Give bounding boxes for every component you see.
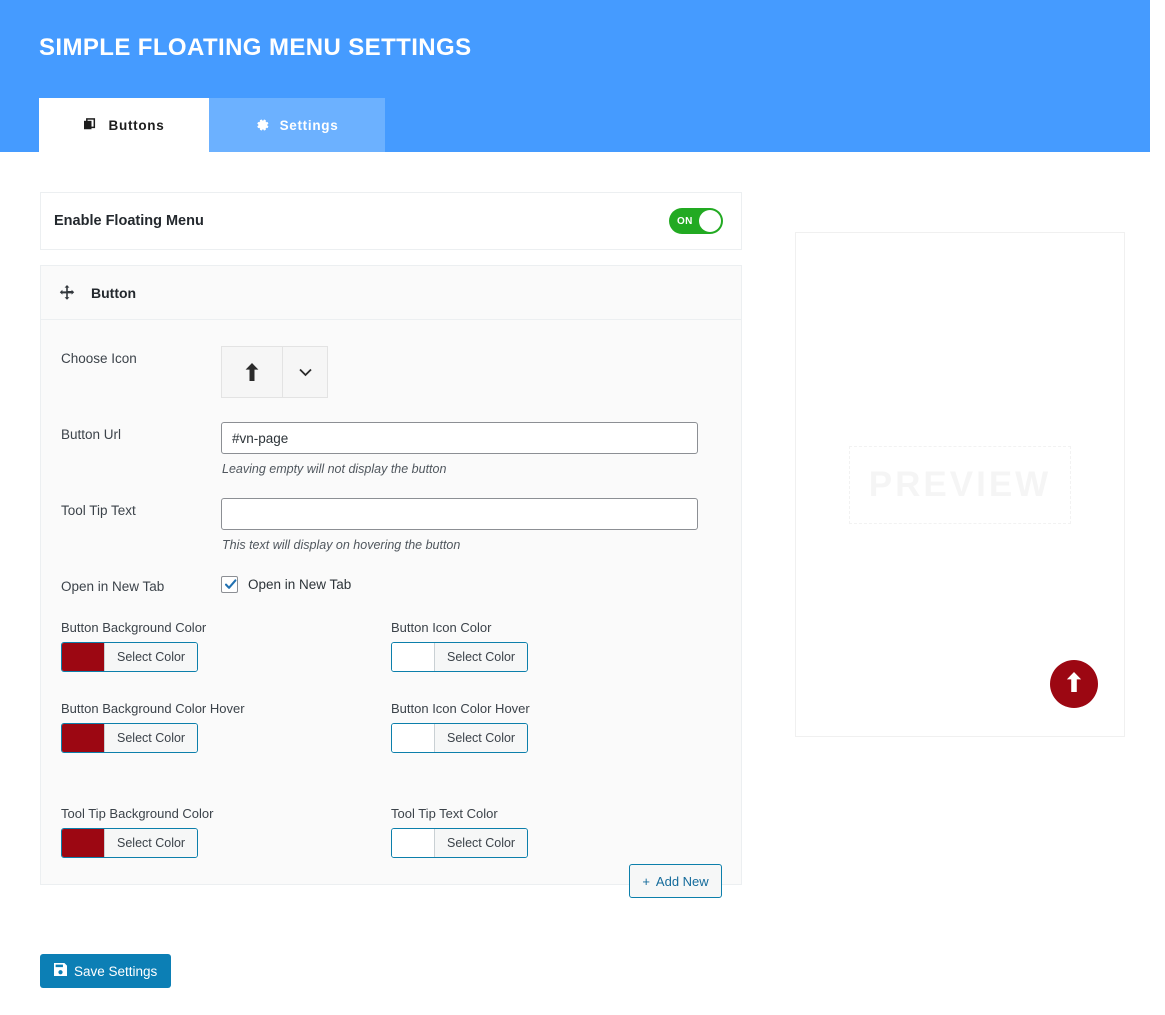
color-label: Tool Tip Background Color (61, 806, 214, 821)
color-field-tooltip-background: Tool Tip Background Color Select Color (61, 806, 391, 862)
color-picker-button[interactable]: Select Color (61, 828, 199, 858)
arrow-up-icon (1065, 671, 1083, 697)
color-picker-button[interactable]: Select Color (61, 642, 199, 672)
chevron-down-icon[interactable] (283, 346, 328, 398)
toggle-knob (699, 210, 721, 232)
preview-placeholder-text: PREVIEW (868, 464, 1052, 504)
color-label: Button Icon Color Hover (391, 701, 530, 716)
button-panel-title: Button (91, 284, 137, 301)
color-label: Tool Tip Text Color (391, 806, 498, 821)
color-label: Button Icon Color (391, 620, 492, 635)
tab-bar: Buttons Settings (39, 98, 385, 152)
select-color-label: Select Color (434, 829, 528, 857)
button-panel: Button Choose Icon Button Url #vn-page L… (40, 265, 742, 885)
enable-floating-menu-toggle[interactable]: ON (669, 208, 723, 234)
color-swatch (392, 724, 434, 752)
select-color-label: Select Color (104, 643, 198, 671)
tooltip-text-hint: This text will display on hovering the b… (222, 538, 461, 552)
button-panel-body: Choose Icon Button Url #vn-page Leaving … (41, 320, 741, 884)
page-header: Simple Floating Menu Settings Buttons (0, 0, 1150, 152)
icon-selector[interactable] (221, 346, 328, 398)
save-settings-label: Save Settings (74, 963, 158, 979)
color-swatch (392, 643, 434, 671)
open-new-tab-checkbox[interactable] (221, 576, 238, 593)
content-area: Enable Floating Menu ON Button Choose Ic… (0, 152, 1165, 1015)
add-new-label: Add New (655, 873, 709, 889)
color-field-tooltip-text: Tool Tip Text Color Select Color (391, 806, 721, 862)
color-field-button-background: Button Background Color Select Color (61, 620, 391, 676)
tooltip-text-input[interactable] (221, 498, 698, 530)
color-picker-button[interactable]: Select Color (391, 642, 529, 672)
select-color-label: Select Color (434, 724, 528, 752)
choose-icon-row: Choose Icon (41, 346, 741, 398)
color-label: Button Background Color Hover (61, 701, 245, 716)
tooltip-text-row: Tool Tip Text This text will display on … (41, 498, 741, 552)
page-root: Simple Floating Menu Settings Buttons (0, 0, 1165, 1015)
color-field-button-background-hover: Button Background Color Hover Select Col… (61, 701, 391, 757)
move-icon[interactable] (59, 284, 75, 301)
tab-settings-label: Settings (279, 117, 339, 133)
button-url-hint: Leaving empty will not display the butto… (222, 462, 447, 476)
open-new-tab-row: Open in New Tab Open in New Tab (41, 574, 741, 594)
color-pickers-grid: Button Background Color Select Color But… (41, 620, 741, 862)
color-label: Button Background Color (61, 620, 207, 635)
toggle-state-label: ON (677, 215, 693, 227)
save-icon (54, 963, 67, 979)
gear-icon (256, 118, 270, 132)
open-new-tab-checkbox-label: Open in New Tab (248, 577, 352, 592)
button-panel-header: Button (41, 266, 741, 320)
save-settings-button[interactable]: Save Settings (40, 954, 172, 988)
page-title: Simple Floating Menu Settings (39, 34, 472, 61)
enable-floating-menu-label: Enable Floating Menu (54, 213, 204, 229)
select-color-label: Select Color (434, 643, 528, 671)
button-url-row: Button Url Leaving empty will not displa… (41, 422, 741, 476)
preview-placeholder: PREVIEW (849, 445, 1071, 524)
choose-icon-label: Choose Icon (61, 351, 137, 366)
layers-icon (83, 117, 99, 133)
open-new-tab-label: Open in New Tab (61, 579, 165, 594)
tooltip-text-label: Tool Tip Text (61, 503, 136, 518)
tab-buttons[interactable]: Buttons (39, 98, 209, 152)
button-url-input[interactable] (221, 422, 698, 454)
color-swatch (392, 829, 434, 857)
select-color-label: Select Color (104, 829, 198, 857)
preview-floating-button[interactable] (1050, 660, 1098, 708)
open-new-tab-control[interactable]: Open in New Tab (221, 574, 721, 593)
add-new-button[interactable]: + Add New (629, 864, 722, 898)
tab-settings[interactable]: Settings (209, 98, 385, 152)
button-url-label: Button Url (61, 427, 122, 442)
plus-icon: + (642, 873, 650, 889)
preview-panel: PREVIEW (795, 232, 1125, 737)
color-field-button-icon-hover: Button Icon Color Hover Select Color (391, 701, 721, 757)
color-swatch (62, 829, 104, 857)
color-picker-button[interactable]: Select Color (61, 723, 199, 753)
select-color-label: Select Color (104, 724, 198, 752)
color-swatch (62, 643, 104, 671)
color-swatch (62, 724, 104, 752)
color-picker-button[interactable]: Select Color (391, 723, 529, 753)
color-field-button-icon: Button Icon Color Select Color (391, 620, 721, 676)
tab-buttons-label: Buttons (108, 117, 165, 133)
color-picker-button[interactable]: Select Color (391, 828, 529, 858)
arrow-up-icon[interactable] (221, 346, 283, 398)
enable-floating-menu-row: Enable Floating Menu ON (40, 192, 742, 250)
